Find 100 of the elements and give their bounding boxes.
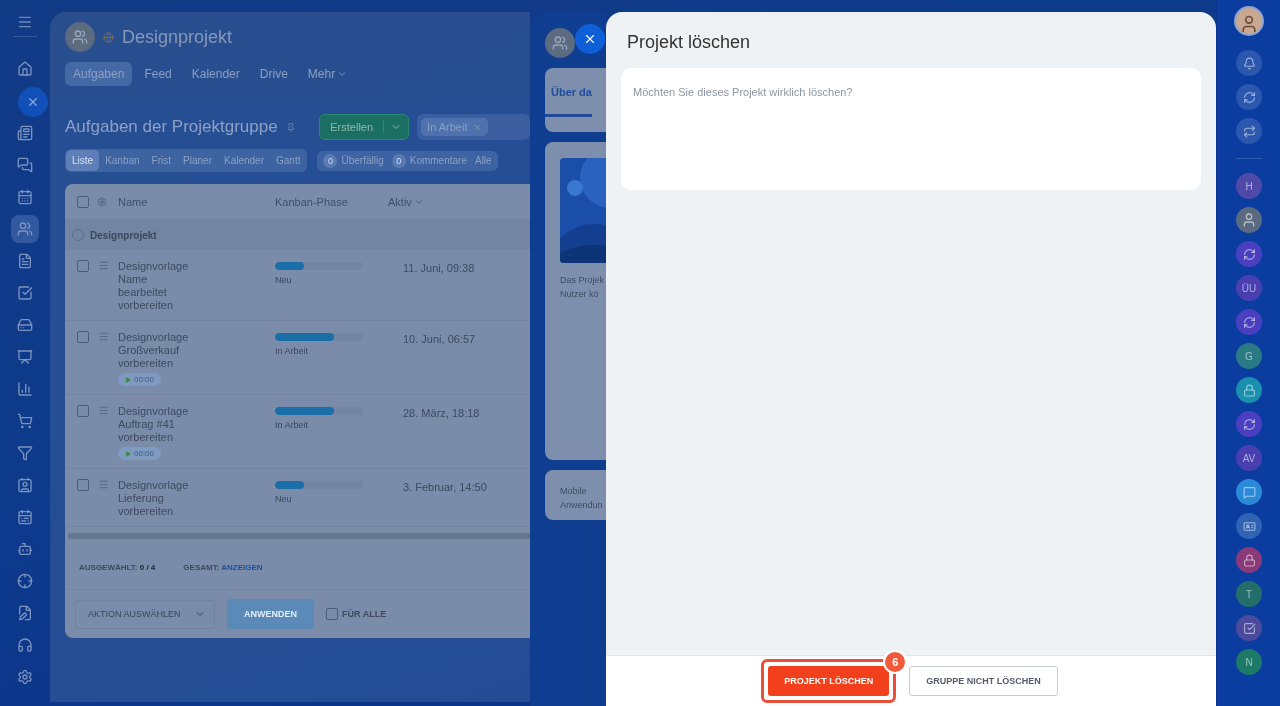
view-tab[interactable]: Gantt — [270, 150, 307, 171]
counter-badge: 0 — [391, 153, 406, 168]
task-name[interactable]: Designvorlage Lieferung vorbereiten — [118, 479, 189, 518]
document-edit-icon — [17, 605, 33, 621]
lock-icon[interactable] — [1236, 547, 1262, 573]
create-button[interactable]: Erstellen — [319, 114, 410, 140]
drag-handle-icon[interactable] — [98, 331, 109, 342]
activity-date: 3. Februar, 14:50 — [402, 480, 488, 495]
presentation-icon — [17, 349, 33, 365]
chat-avatar[interactable]: T — [1236, 581, 1262, 607]
lock-icon[interactable] — [1236, 377, 1262, 403]
globe-icon — [103, 31, 114, 43]
page-title: Aufgaben der Projektgruppe — [65, 117, 278, 137]
view-tab[interactable]: Kalender — [217, 150, 270, 171]
drag-handle-icon[interactable] — [98, 405, 109, 416]
column-header[interactable]: Name — [118, 195, 275, 208]
view-tab[interactable]: Kanban — [99, 150, 146, 171]
group-avatar — [65, 22, 95, 52]
task-icon[interactable] — [1236, 615, 1262, 641]
project-tab[interactable]: Feed — [136, 62, 180, 86]
counter-label[interactable]: Überfällig — [341, 155, 384, 166]
close-icon — [583, 32, 597, 46]
delete-button[interactable]: PROJEKT LÖSCHEN — [768, 666, 890, 696]
checkbox[interactable] — [77, 331, 89, 343]
id-card-icon[interactable] — [1236, 513, 1262, 539]
show-link[interactable]: ANZEIGEN — [221, 562, 263, 572]
selected-count: AUSGEWÄHLT: 0 / 4 — [79, 562, 156, 572]
project-title: Designprojekt — [122, 26, 233, 48]
checkbox-icon — [17, 285, 33, 301]
exchange-icon[interactable] — [1236, 118, 1262, 144]
user-avatar[interactable] — [1234, 6, 1264, 36]
project-tab[interactable]: Aufgaben — [65, 62, 133, 86]
step-badge: 6 — [883, 650, 908, 674]
filter-field[interactable]: In Arbeit — [417, 114, 530, 140]
group-title: Designprojekt — [90, 229, 157, 241]
phase-label: Neu — [275, 275, 293, 285]
menu-icon[interactable] — [17, 14, 33, 30]
view-tab[interactable]: Liste — [66, 150, 100, 171]
project-tab[interactable]: Drive — [251, 62, 296, 86]
chat-avatar[interactable]: G — [1236, 343, 1262, 369]
chat-bubble-icon[interactable] — [1236, 479, 1262, 505]
chat-icon — [17, 157, 33, 173]
task-name[interactable]: Designvorlage Name bearbeitet vorbereiten — [118, 260, 189, 312]
cart-icon — [17, 413, 33, 429]
contact-card-icon — [17, 477, 33, 493]
project-tab[interactable]: Kalender — [183, 62, 248, 86]
target-icon — [17, 573, 33, 589]
task-name[interactable]: Designvorlage Großverkauf vorbereiten — [118, 331, 189, 370]
scrollbar[interactable] — [68, 533, 530, 539]
chevron-down-icon — [337, 69, 348, 79]
chat-avatar[interactable]: N — [1236, 649, 1262, 675]
home-icon — [17, 61, 33, 77]
activity-date: 10. Juni, 06:57 — [402, 332, 477, 347]
phase-label: Neu — [275, 494, 293, 504]
close-button[interactable] — [575, 24, 605, 54]
drag-handle-icon[interactable] — [98, 479, 109, 490]
settings-icon — [17, 669, 33, 685]
view-tab[interactable]: Planer — [177, 150, 218, 171]
headset-icon — [17, 637, 33, 653]
column-header[interactable]: Aktiv — [388, 195, 530, 208]
group-avatar — [545, 28, 575, 58]
column-header[interactable]: Kanban-Phase — [275, 195, 388, 208]
checkbox[interactable] — [77, 260, 89, 272]
project-description: Das Projek Nutzer kö — [559, 274, 605, 301]
total-label: GESAMT: ANZEIGEN — [183, 562, 263, 572]
cancel-button[interactable]: GRUPPE NICHT LÖSCHEN — [909, 666, 1058, 696]
close-icon — [26, 95, 40, 109]
checkbox[interactable] — [77, 405, 89, 417]
apply-button[interactable]: ANWENDEN — [227, 599, 314, 629]
user-avatar[interactable] — [1236, 207, 1262, 233]
view-tab[interactable]: Frist — [145, 150, 178, 171]
chat-avatar[interactable]: ÜU — [1236, 275, 1262, 301]
action-select[interactable]: AKTION AUSWÄHLEN — [75, 599, 215, 629]
pin-icon[interactable] — [285, 121, 296, 133]
dialog-message: Möchten Sie dieses Projekt wirklich löschen? — [633, 86, 853, 98]
calendar-icon — [17, 189, 33, 205]
dialog-title: Projekt löschen — [626, 31, 752, 54]
bell-icon[interactable] — [1236, 50, 1262, 76]
nav-item[interactable] — [11, 215, 39, 243]
checkbox[interactable] — [77, 195, 89, 208]
activity-date: 28. März, 18:18 — [402, 406, 481, 421]
task-name[interactable]: Designvorlage Auftrag #41 vorbereiten — [118, 405, 189, 444]
checkbox[interactable] — [77, 479, 89, 491]
chat-avatar[interactable]: H — [1236, 173, 1262, 199]
close-button[interactable] — [18, 87, 48, 117]
counter-label[interactable]: Kommentare — [409, 155, 467, 166]
newspaper-icon — [17, 125, 33, 141]
funnel-icon — [17, 445, 33, 461]
drive-icon — [17, 317, 33, 333]
phase-label: In Arbeit — [275, 346, 310, 356]
document-icon — [17, 253, 33, 269]
counter-label[interactable]: Alle — [474, 155, 492, 166]
bar-chart-icon — [17, 381, 33, 397]
drag-handle-icon[interactable] — [98, 260, 109, 271]
calendar-list-icon — [17, 509, 33, 525]
project-tab[interactable]: Mehr — [299, 62, 356, 86]
for-all-checkbox[interactable]: FÜR ALLE — [326, 608, 387, 620]
people-icon — [17, 221, 33, 237]
activity-date: 11. Juni, 09:38 — [402, 261, 476, 276]
chat-avatar[interactable]: AV — [1236, 445, 1262, 471]
